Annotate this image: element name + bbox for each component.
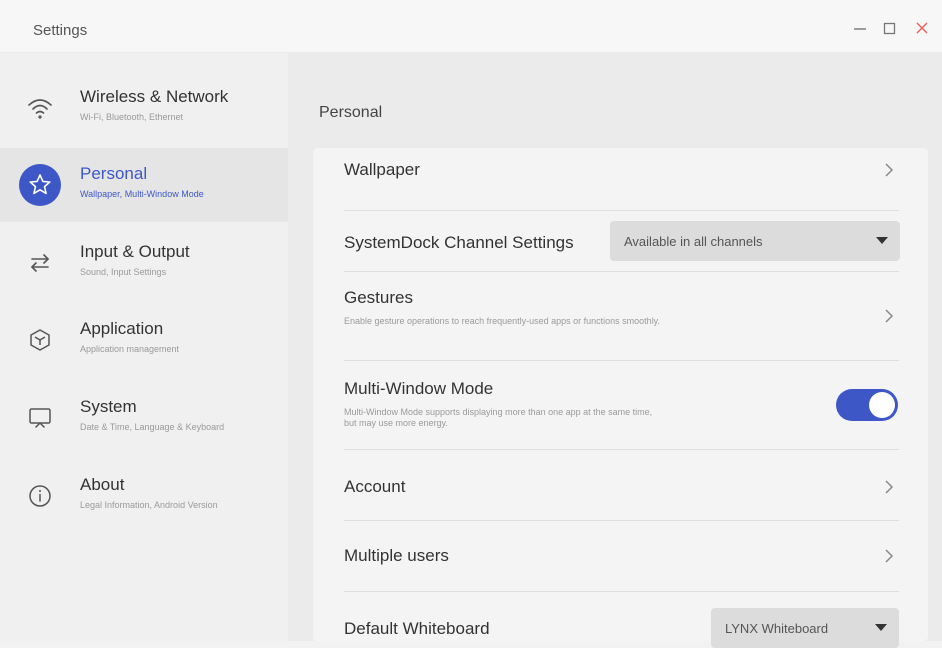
wallpaper-row[interactable]: Wallpaper	[313, 148, 928, 210]
default-whiteboard-row: Default Whiteboard LYNX Whiteboard	[313, 592, 928, 648]
row-label: Wallpaper	[344, 160, 420, 179]
select-value: LYNX Whiteboard	[725, 621, 829, 636]
dropdown-caret-icon	[875, 624, 887, 631]
sidebar-item-subtitle: Wallpaper, Multi-Window Mode	[80, 189, 204, 199]
info-icon	[19, 475, 61, 517]
sidebar-item-input-output[interactable]: Input & Output Sound, Input Settings	[0, 226, 288, 300]
sidebar-item-label: Input & Output	[80, 242, 190, 261]
sidebar-item-label: Personal	[80, 164, 148, 183]
settings-panel: Wallpaper SystemDock Channel Settings Av…	[313, 148, 928, 648]
account-row[interactable]: Account	[313, 450, 928, 520]
default-whiteboard-select[interactable]: LYNX Whiteboard	[711, 608, 899, 648]
row-label: Default Whiteboard	[344, 619, 490, 638]
sidebar-item-subtitle: Application management	[80, 344, 180, 354]
sidebar-item-subtitle: Legal Information, Android Version	[80, 500, 218, 510]
title-bar: Settings	[0, 0, 942, 53]
page-title: Personal	[319, 104, 383, 121]
sidebar-item-label: System	[80, 397, 137, 416]
multiple-users-row[interactable]: Multiple users	[313, 521, 928, 591]
row-label: Account	[344, 477, 406, 496]
row-label: Gestures	[344, 288, 413, 307]
sidebar-item-subtitle: Sound, Input Settings	[80, 267, 167, 277]
row-description: Enable gesture operations to reach frequ…	[344, 316, 661, 326]
minimize-icon[interactable]	[852, 20, 868, 36]
dropdown-caret-icon	[876, 237, 888, 244]
chevron-right-icon	[883, 162, 895, 178]
sidebar-item-wireless-network[interactable]: Wireless & Network Wi-Fi, Bluetooth, Eth…	[0, 71, 288, 145]
sidebar-item-label: Application	[80, 319, 164, 338]
sidebar: Wireless & Network Wi-Fi, Bluetooth, Eth…	[0, 53, 288, 641]
window-title: Settings	[33, 22, 88, 39]
row-label: Multi-Window Mode	[344, 379, 494, 398]
chevron-right-icon	[883, 548, 895, 564]
monitor-icon	[19, 397, 61, 439]
sidebar-item-label: About	[80, 475, 125, 494]
cube-icon	[19, 319, 61, 361]
maximize-icon[interactable]	[882, 20, 898, 36]
sidebar-item-about[interactable]: About Legal Information, Android Version	[0, 459, 288, 533]
sidebar-item-subtitle: Wi-Fi, Bluetooth, Ethernet	[80, 112, 184, 122]
close-icon[interactable]	[914, 20, 930, 36]
multi-window-toggle[interactable]	[836, 389, 898, 421]
row-description: Multi-Window Mode supports displaying mo…	[344, 407, 653, 428]
row-label: Multiple users	[344, 546, 449, 565]
sidebar-item-subtitle: Date & Time, Language & Keyboard	[80, 422, 225, 432]
main-content: Personal Wallpaper SystemDock Channel Se…	[288, 53, 942, 648]
row-label: SystemDock Channel Settings	[344, 233, 574, 252]
sidebar-item-personal[interactable]: Personal Wallpaper, Multi-Window Mode	[0, 148, 288, 222]
multi-window-row: Multi-Window Mode Multi-Window Mode supp…	[313, 361, 928, 449]
wifi-icon	[19, 87, 61, 129]
chevron-right-icon	[883, 308, 895, 324]
sidebar-item-application[interactable]: Application Application management	[0, 303, 288, 377]
chevron-right-icon	[883, 479, 895, 495]
sidebar-item-label: Wireless & Network	[80, 87, 229, 106]
select-value: Available in all channels	[624, 234, 763, 249]
swap-arrows-icon	[19, 242, 61, 284]
systemdock-channel-select[interactable]: Available in all channels	[610, 221, 900, 261]
star-icon	[19, 164, 61, 206]
gestures-row[interactable]: Gestures Enable gesture operations to re…	[313, 272, 928, 360]
systemdock-channel-row: SystemDock Channel Settings Available in…	[313, 211, 928, 271]
toggle-knob	[869, 392, 895, 418]
sidebar-item-system[interactable]: System Date & Time, Language & Keyboard	[0, 381, 288, 455]
